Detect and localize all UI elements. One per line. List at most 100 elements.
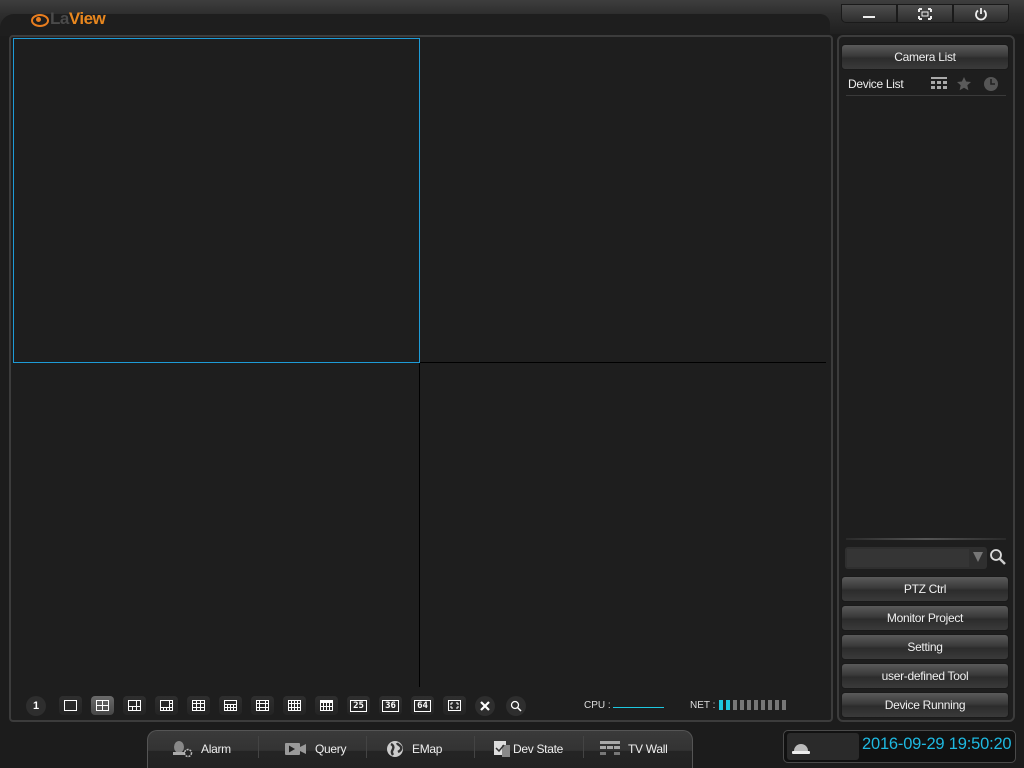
tab-emap-label: EMap [412, 742, 443, 756]
channel-number-label: 1 [32, 700, 40, 712]
ptz-ctrl-button[interactable]: PTZ Ctrl [841, 576, 1009, 602]
fit-window-button[interactable] [443, 696, 466, 715]
tab-dev-state[interactable]: Dev State [493, 736, 563, 762]
alarm-indicator-button[interactable] [787, 733, 859, 760]
history-button[interactable] [982, 76, 1000, 92]
video-grid [13, 38, 826, 687]
layout-1plus7-button[interactable] [155, 696, 178, 715]
device-running-button[interactable]: Device Running [841, 692, 1009, 718]
tab-query[interactable]: Query [285, 736, 346, 762]
channel-number-button[interactable]: 1 [26, 696, 46, 716]
layout-3x3-icon [192, 700, 205, 711]
fullscreen-button[interactable] [897, 4, 953, 23]
app-logo: La View [30, 9, 106, 29]
user-defined-tool-label: user-defined Tool [881, 669, 969, 683]
layout-2x2-icon [96, 700, 109, 711]
net-bar [733, 700, 737, 710]
alarm-settings-icon [173, 741, 193, 758]
layout-1x1-button[interactable] [59, 696, 82, 715]
video-cell-4[interactable] [420, 363, 826, 687]
power-icon [975, 7, 987, 20]
video-cell-3[interactable] [14, 363, 419, 687]
device-running-label: Device Running [884, 698, 966, 712]
divider [846, 538, 1006, 540]
tab-separator [583, 736, 584, 758]
net-usage-meter [719, 700, 786, 710]
user-defined-tool-button[interactable]: user-defined Tool [841, 663, 1009, 689]
tab-tv-wall[interactable]: TV Wall [600, 736, 668, 762]
tab-alarm-label: Alarm [201, 742, 231, 756]
history-clock-icon [984, 77, 998, 91]
net-bar [740, 700, 744, 710]
close-all-button[interactable] [475, 696, 495, 716]
favorites-button[interactable] [955, 76, 973, 92]
clock-datetime: 2016-09-29 19:50:20 [862, 735, 1012, 753]
magnifier-icon [510, 700, 522, 712]
group-icon [931, 77, 947, 89]
search-icon [990, 549, 1006, 565]
minimize-button[interactable] [841, 4, 897, 23]
monitor-project-label: Monitor Project [886, 611, 964, 625]
device-search-input[interactable] [847, 549, 969, 567]
layout-4x4-icon [256, 700, 269, 711]
net-bar [782, 700, 786, 710]
layout-36-label: 36 [382, 699, 399, 712]
layout-1x1-icon [64, 700, 77, 711]
favorite-star-icon [957, 77, 971, 91]
layout-25-button[interactable]: 25 [347, 696, 370, 715]
digital-zoom-button[interactable] [506, 696, 526, 716]
fullscreen-icon [918, 7, 932, 20]
tab-emap[interactable]: EMap [386, 736, 442, 762]
video-cell-1[interactable] [13, 38, 420, 363]
tab-separator [366, 736, 367, 758]
layout-36-button[interactable]: 36 [379, 696, 402, 715]
net-bar [768, 700, 772, 710]
window-controls [841, 4, 1009, 23]
layout-5x5-icon [320, 700, 333, 711]
layout-4x4-grid-icon [288, 700, 301, 711]
tab-dev-state-label: Dev State [513, 742, 563, 756]
layout-2x2-button[interactable] [91, 696, 114, 715]
search-button[interactable] [989, 548, 1007, 566]
close-icon [480, 701, 490, 711]
camera-list-label: Camera List [894, 50, 956, 64]
power-button[interactable] [953, 4, 1009, 23]
layout-64-label: 64 [414, 699, 431, 712]
device-list-label: Device List [848, 77, 904, 91]
fit-window-icon [448, 700, 461, 711]
globe-icon [387, 741, 403, 757]
layout-4x4-button[interactable] [251, 696, 274, 715]
layout-3x3-button[interactable] [187, 696, 210, 715]
logo-text-prefix: La [50, 9, 69, 28]
checklist-icon [494, 741, 510, 757]
ptz-ctrl-label: PTZ Ctrl [903, 582, 947, 596]
net-bar [754, 700, 758, 710]
camera-list-button[interactable]: Camera List [841, 44, 1009, 70]
layout-1plus5-icon [128, 700, 141, 711]
cpu-usage-graph [613, 707, 664, 708]
group-view-button[interactable] [930, 76, 948, 92]
layout-5x5-button[interactable] [315, 696, 338, 715]
layout-1plus12-icon [224, 700, 237, 711]
net-bar [726, 700, 730, 710]
setting-label: Setting [907, 640, 943, 654]
cpu-label: CPU : [584, 700, 611, 711]
monitor-project-button[interactable]: Monitor Project [841, 605, 1009, 631]
layout-4x4-grid-button[interactable] [283, 696, 306, 715]
device-search-dropdown[interactable] [845, 547, 987, 569]
layout-1plus5-button[interactable] [123, 696, 146, 715]
minimize-icon [863, 15, 875, 18]
layout-1plus12-button[interactable] [219, 696, 242, 715]
tab-tv-wall-label: TV Wall [628, 742, 668, 756]
layout-25-label: 25 [350, 699, 367, 712]
tab-separator [258, 736, 259, 758]
setting-button[interactable]: Setting [841, 634, 1009, 660]
alarm-light-icon [792, 744, 810, 754]
video-cell-2[interactable] [420, 39, 826, 362]
net-bar [747, 700, 751, 710]
net-bar [719, 700, 723, 710]
tab-alarm[interactable]: Alarm [171, 736, 231, 762]
net-bar [775, 700, 779, 710]
layout-64-button[interactable]: 64 [411, 696, 434, 715]
tab-query-label: Query [315, 742, 347, 756]
